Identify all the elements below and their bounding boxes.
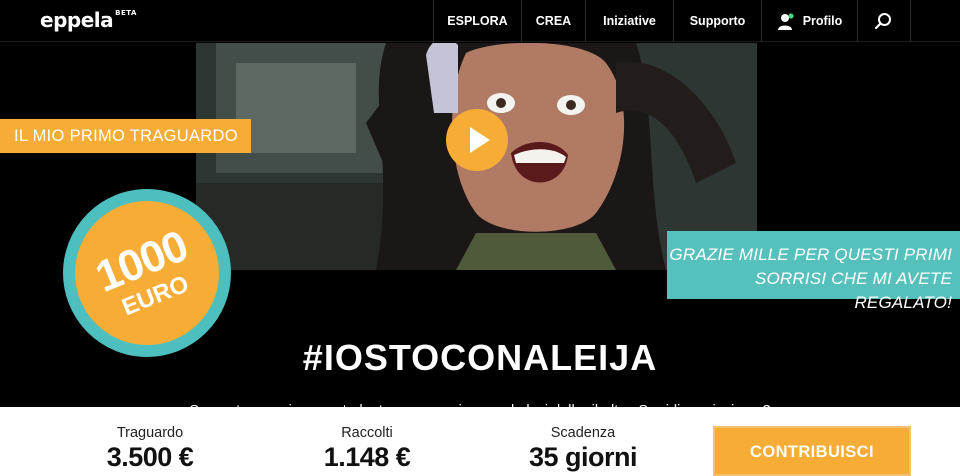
logo-text: eppela	[40, 8, 114, 32]
top-navbar: eppela BETA ESPLORA CREA Iniziative Suppo…	[0, 0, 960, 42]
goal-value: 3.500 €	[106, 442, 194, 472]
project-hero: IL MIO PRIMO TRAGUARDO 1000 EURO GRAZIE …	[0, 43, 960, 419]
profile-label: Profilo	[802, 14, 843, 28]
nav-supporto[interactable]: Supporto	[673, 0, 761, 42]
goal-label: Traguardo	[116, 425, 184, 441]
deadline-label: Scadenza	[550, 425, 616, 441]
thank-you-line-1: GRAZIE MILLE PER QUESTI PRIMI	[669, 245, 952, 264]
nav-profilo[interactable]: Profilo	[761, 0, 857, 42]
deadline-value: 35 giorni	[528, 442, 638, 472]
contribute-button[interactable]: CONTRIBUISCI	[713, 426, 911, 476]
milestone-ribbon: IL MIO PRIMO TRAGUARDO	[0, 119, 251, 153]
milestone-badge-text: 1000 EURO	[67, 215, 227, 336]
raised-value: 1.148 €	[323, 442, 411, 472]
play-icon	[470, 127, 490, 153]
eppela-logo[interactable]: eppela BETA	[40, 8, 137, 32]
thank-you-ribbon: GRAZIE MILLE PER QUESTI PRIMI SORRISI CH…	[667, 231, 960, 312]
stat-deadline: Scadenza 35 giorni	[503, 425, 663, 473]
raised-label: Raccolti	[341, 425, 393, 441]
nav-crea[interactable]: CREA	[521, 0, 585, 42]
search-icon	[874, 13, 891, 30]
stat-goal: Traguardo 3.500 €	[70, 425, 230, 473]
play-video-button[interactable]	[446, 109, 508, 171]
thank-you-line-2: SORRISI CHE MI AVETE REGALATO!	[754, 269, 952, 312]
nav-esplora[interactable]: ESPLORA	[433, 0, 521, 42]
user-avatar-icon	[778, 13, 794, 30]
stat-raised: Raccolti 1.148 €	[287, 425, 447, 473]
beta-badge: BETA	[115, 9, 137, 18]
milestone-badge: 1000 EURO	[63, 189, 231, 357]
funding-stats-bar: Traguardo 3.500 € Raccolti 1.148 € Scade…	[0, 407, 960, 476]
nav-iniziative[interactable]: Iniziative	[585, 0, 673, 42]
project-title: #IOSTOCONALEIJA	[302, 337, 658, 378]
